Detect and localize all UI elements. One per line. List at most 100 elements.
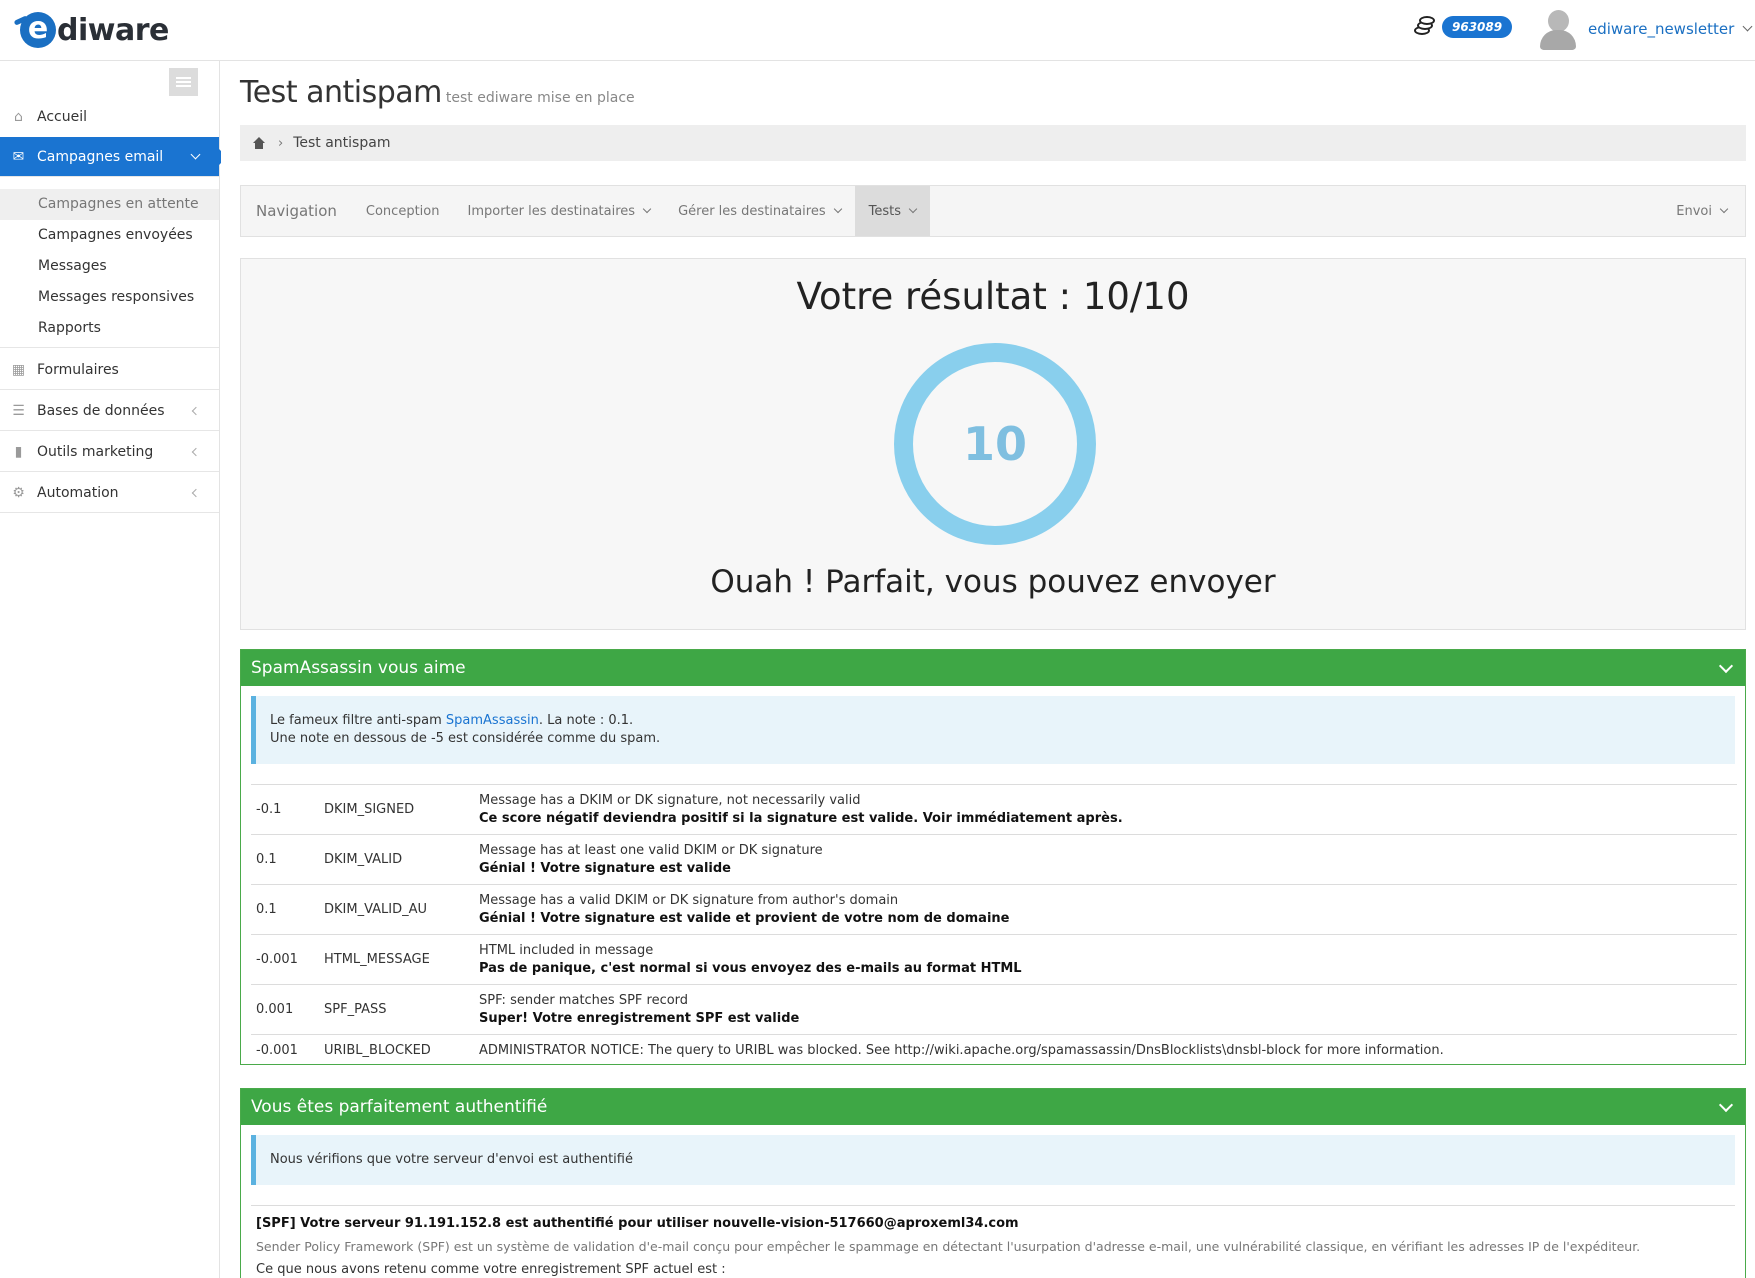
page-title-text: Test antispam: [240, 75, 442, 110]
rule-score: -0.001: [251, 934, 319, 985]
table-row: -0.001 URIBL_BLOCKED ADMINISTRATOR NOTIC…: [251, 1034, 1737, 1066]
spamassassin-link[interactable]: SpamAssassin: [446, 713, 539, 728]
home-icon[interactable]: [252, 137, 266, 149]
credits-badge: 963089: [1442, 16, 1513, 38]
tab-gerer-destinataires[interactable]: Gérer les destinataires: [664, 186, 855, 236]
spamassassin-rules-table: -0.1 DKIM_SIGNED Message has a DKIM or D…: [251, 784, 1737, 1066]
chevron-down-icon: [1742, 21, 1753, 31]
tab-conception[interactable]: Conception: [352, 186, 454, 236]
rule-desc-text: SPF: sender matches SPF record: [479, 993, 689, 1008]
rule-description: Message has a valid DKIM or DK signature…: [474, 884, 1737, 935]
rule-name: DKIM_VALID: [319, 834, 474, 885]
home-icon: ⌂: [14, 109, 23, 125]
sidebar-item-formulaires[interactable]: ▦ Formulaires: [0, 350, 219, 390]
sidebar: ⌂ Accueil ✉ Campagnes email Campagnes en…: [0, 61, 227, 1278]
authentication-panel-header[interactable]: Vous êtes parfaitement authentifié: [241, 1089, 1745, 1125]
panel-title: SpamAssassin vous aime: [251, 658, 466, 678]
chevron-down-icon: [642, 204, 652, 214]
tab-importer-destinataires[interactable]: Importer les destinataires: [453, 186, 664, 236]
list-icon: ☰: [12, 402, 25, 419]
page-subtitle: test ediware mise en place: [445, 90, 635, 106]
sidebar-item-outils-marketing[interactable]: ▮ Outils marketing: [0, 432, 219, 472]
sidebar-item-label: Outils marketing: [37, 443, 154, 460]
logo-e-mark: e: [20, 12, 56, 48]
submenu-item-rapports[interactable]: Rapports: [0, 313, 219, 344]
campagnes-submenu: Campagnes en attente Campagnes envoyées …: [0, 183, 219, 348]
rule-score: -0.1: [251, 784, 319, 835]
sidebar-item-label: Accueil: [37, 109, 87, 125]
rule-name: DKIM_VALID_AU: [319, 884, 474, 935]
chevron-down-icon[interactable]: [1718, 1097, 1734, 1113]
tab-tests[interactable]: Tests: [854, 186, 931, 236]
sidebar-item-label: Automation: [37, 484, 119, 501]
chevron-down-icon: [190, 149, 201, 160]
rule-desc-text: Message has a valid DKIM or DK signature…: [479, 893, 899, 908]
rule-description: ADMINISTRATOR NOTICE: The query to URIBL…: [474, 1034, 1737, 1066]
rule-note: Génial ! Votre signature est valide et p…: [479, 911, 1010, 926]
submenu-item-campagnes-en-attente[interactable]: Campagnes en attente: [0, 189, 219, 220]
rule-score: 0.001: [251, 984, 319, 1035]
spf-result: [SPF] Votre serveur 91.191.152.8 est aut…: [251, 1205, 1735, 1278]
ediware-logo[interactable]: e diware: [20, 10, 169, 50]
chevron-down-icon[interactable]: [1718, 658, 1734, 674]
sidebar-item-accueil[interactable]: ⌂ Accueil: [0, 97, 219, 137]
sidebar-item-campagnes-email[interactable]: ✉ Campagnes email: [0, 137, 227, 177]
user-menu[interactable]: ediware_newsletter: [1540, 8, 1753, 50]
rule-score: 0.1: [251, 884, 319, 935]
table-row: 0.1 DKIM_VALID_AU Message has a valid DK…: [251, 884, 1737, 935]
tab-label: Gérer les destinataires: [678, 203, 826, 219]
sidebar-item-bases-de-donnees[interactable]: ☰ Bases de données: [0, 391, 219, 431]
rule-description: SPF: sender matches SPF record Super! Vot…: [474, 984, 1737, 1035]
chevron-left-icon: [191, 488, 201, 497]
submenu-item-campagnes-envoyees[interactable]: Campagnes envoyées: [0, 220, 219, 251]
user-name: ediware_newsletter: [1588, 20, 1735, 38]
rule-name: DKIM_SIGNED: [319, 784, 474, 835]
score-panel: Votre résultat : 10/10 10 Ouah ! Parfait…: [240, 258, 1746, 630]
score-title: Votre résultat : 10/10: [796, 275, 1190, 318]
rule-note: Pas de panique, c'est normal si vous env…: [479, 961, 1022, 976]
table-row: 0.1 DKIM_VALID Message has at least one …: [251, 834, 1737, 885]
spf-record-label: Ce que nous avons retenu comme votre enr…: [256, 1262, 726, 1277]
chevron-left-icon: [191, 406, 201, 415]
spamassassin-panel-header[interactable]: SpamAssassin vous aime: [241, 650, 1745, 686]
score-message: Ouah ! Parfait, vous pouvez envoyer: [710, 564, 1276, 600]
avatar: [1540, 8, 1576, 50]
main-content: Test antispam test ediware mise en place …: [221, 61, 1755, 1278]
sidebar-item-label: Bases de données: [37, 402, 165, 419]
logo-text: diware: [57, 12, 169, 48]
nav-brand[interactable]: Navigation: [241, 186, 352, 236]
credits-counter[interactable]: 963089: [1414, 16, 1513, 38]
submenu-item-messages[interactable]: Messages: [0, 251, 219, 282]
table-row: -0.001 HTML_MESSAGE HTML included in mes…: [251, 934, 1737, 985]
sidebar-item-label: Campagnes email: [37, 148, 164, 165]
score-value: 10: [962, 417, 1027, 471]
rule-name: URIBL_BLOCKED: [319, 1034, 474, 1066]
chevron-left-icon: [191, 447, 201, 456]
breadcrumb: › Test antispam: [240, 125, 1746, 161]
rule-desc-text: ADMINISTRATOR NOTICE: The query to URIBL…: [479, 1043, 1444, 1058]
rule-name: SPF_PASS: [319, 984, 474, 1035]
top-header: e diware 963089 ediware_newsletter: [0, 0, 1755, 61]
sidebar-item-automation[interactable]: ⚙ Automation: [0, 473, 219, 513]
envelope-icon: ✉: [12, 148, 25, 165]
tab-envoi[interactable]: Envoi: [1662, 186, 1745, 236]
spamassassin-panel: SpamAssassin vous aime Le fameux filtre …: [240, 649, 1746, 1066]
rule-desc-text: HTML included in message: [479, 943, 654, 958]
tab-label: Envoi: [1676, 203, 1712, 219]
campaign-nav-bar: Navigation Conception Importer les desti…: [240, 185, 1746, 237]
chevron-down-icon: [1719, 204, 1729, 214]
submenu-item-messages-responsives[interactable]: Messages responsives: [0, 282, 219, 313]
cogs-icon: ⚙: [12, 484, 25, 501]
spf-title: [SPF] Votre serveur 91.191.152.8 est aut…: [256, 1216, 1019, 1231]
table-icon: ▦: [11, 361, 26, 378]
sidebar-toggle-button[interactable]: [169, 68, 198, 96]
tab-label: Tests: [868, 203, 902, 219]
breadcrumb-current: Test antispam: [293, 135, 391, 151]
rule-note: Ce score négatif deviendra positif si la…: [479, 811, 1123, 826]
authentication-info: Nous vérifions que votre serveur d'envoi…: [251, 1135, 1735, 1185]
rule-score: 0.1: [251, 834, 319, 885]
chevron-down-icon: [833, 204, 842, 214]
sidebar-item-label: Formulaires: [37, 361, 119, 378]
chevron-down-icon: [908, 204, 918, 214]
tab-label: Importer les destinataires: [467, 203, 636, 219]
